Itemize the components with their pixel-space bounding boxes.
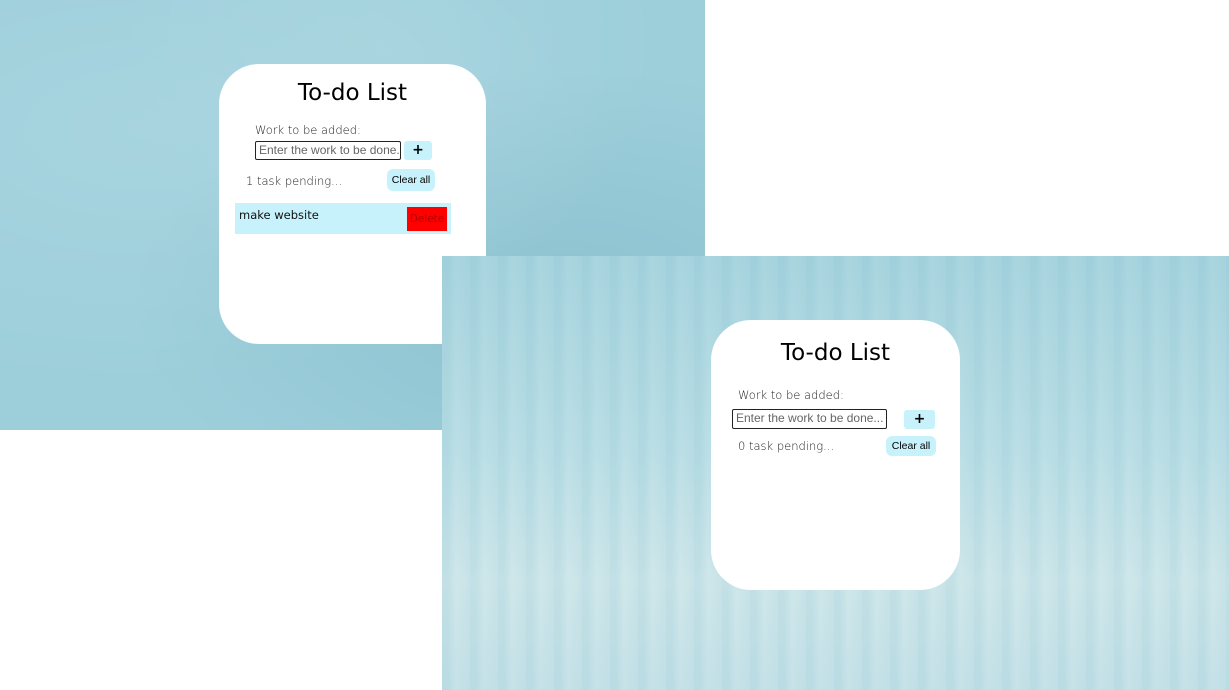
task-row: make website Delete	[235, 203, 451, 234]
page-title: To-do List	[780, 340, 891, 366]
input-label: Work to be added:	[255, 123, 361, 137]
task-input[interactable]: Enter the work to be done...	[732, 409, 887, 429]
todo-card: To-do List Work to be added: Enter the w…	[711, 320, 960, 590]
task-input[interactable]: Enter the work to be done...	[255, 141, 401, 160]
pending-count: 0 task pending...	[738, 439, 835, 453]
input-label: Work to be added:	[738, 388, 844, 402]
page-title: To-do List	[297, 80, 408, 106]
clear-all-button[interactable]: Clear all	[387, 169, 435, 191]
clear-all-button[interactable]: Clear all	[886, 436, 936, 456]
add-task-button[interactable]: +	[404, 141, 432, 160]
task-text: make website	[239, 208, 319, 222]
screenshot-2: To-do List Work to be added: Enter the w…	[442, 256, 1229, 690]
pending-count: 1 task pending...	[246, 174, 343, 188]
delete-task-button[interactable]: Delete	[407, 207, 447, 231]
add-task-button[interactable]: +	[904, 410, 935, 429]
